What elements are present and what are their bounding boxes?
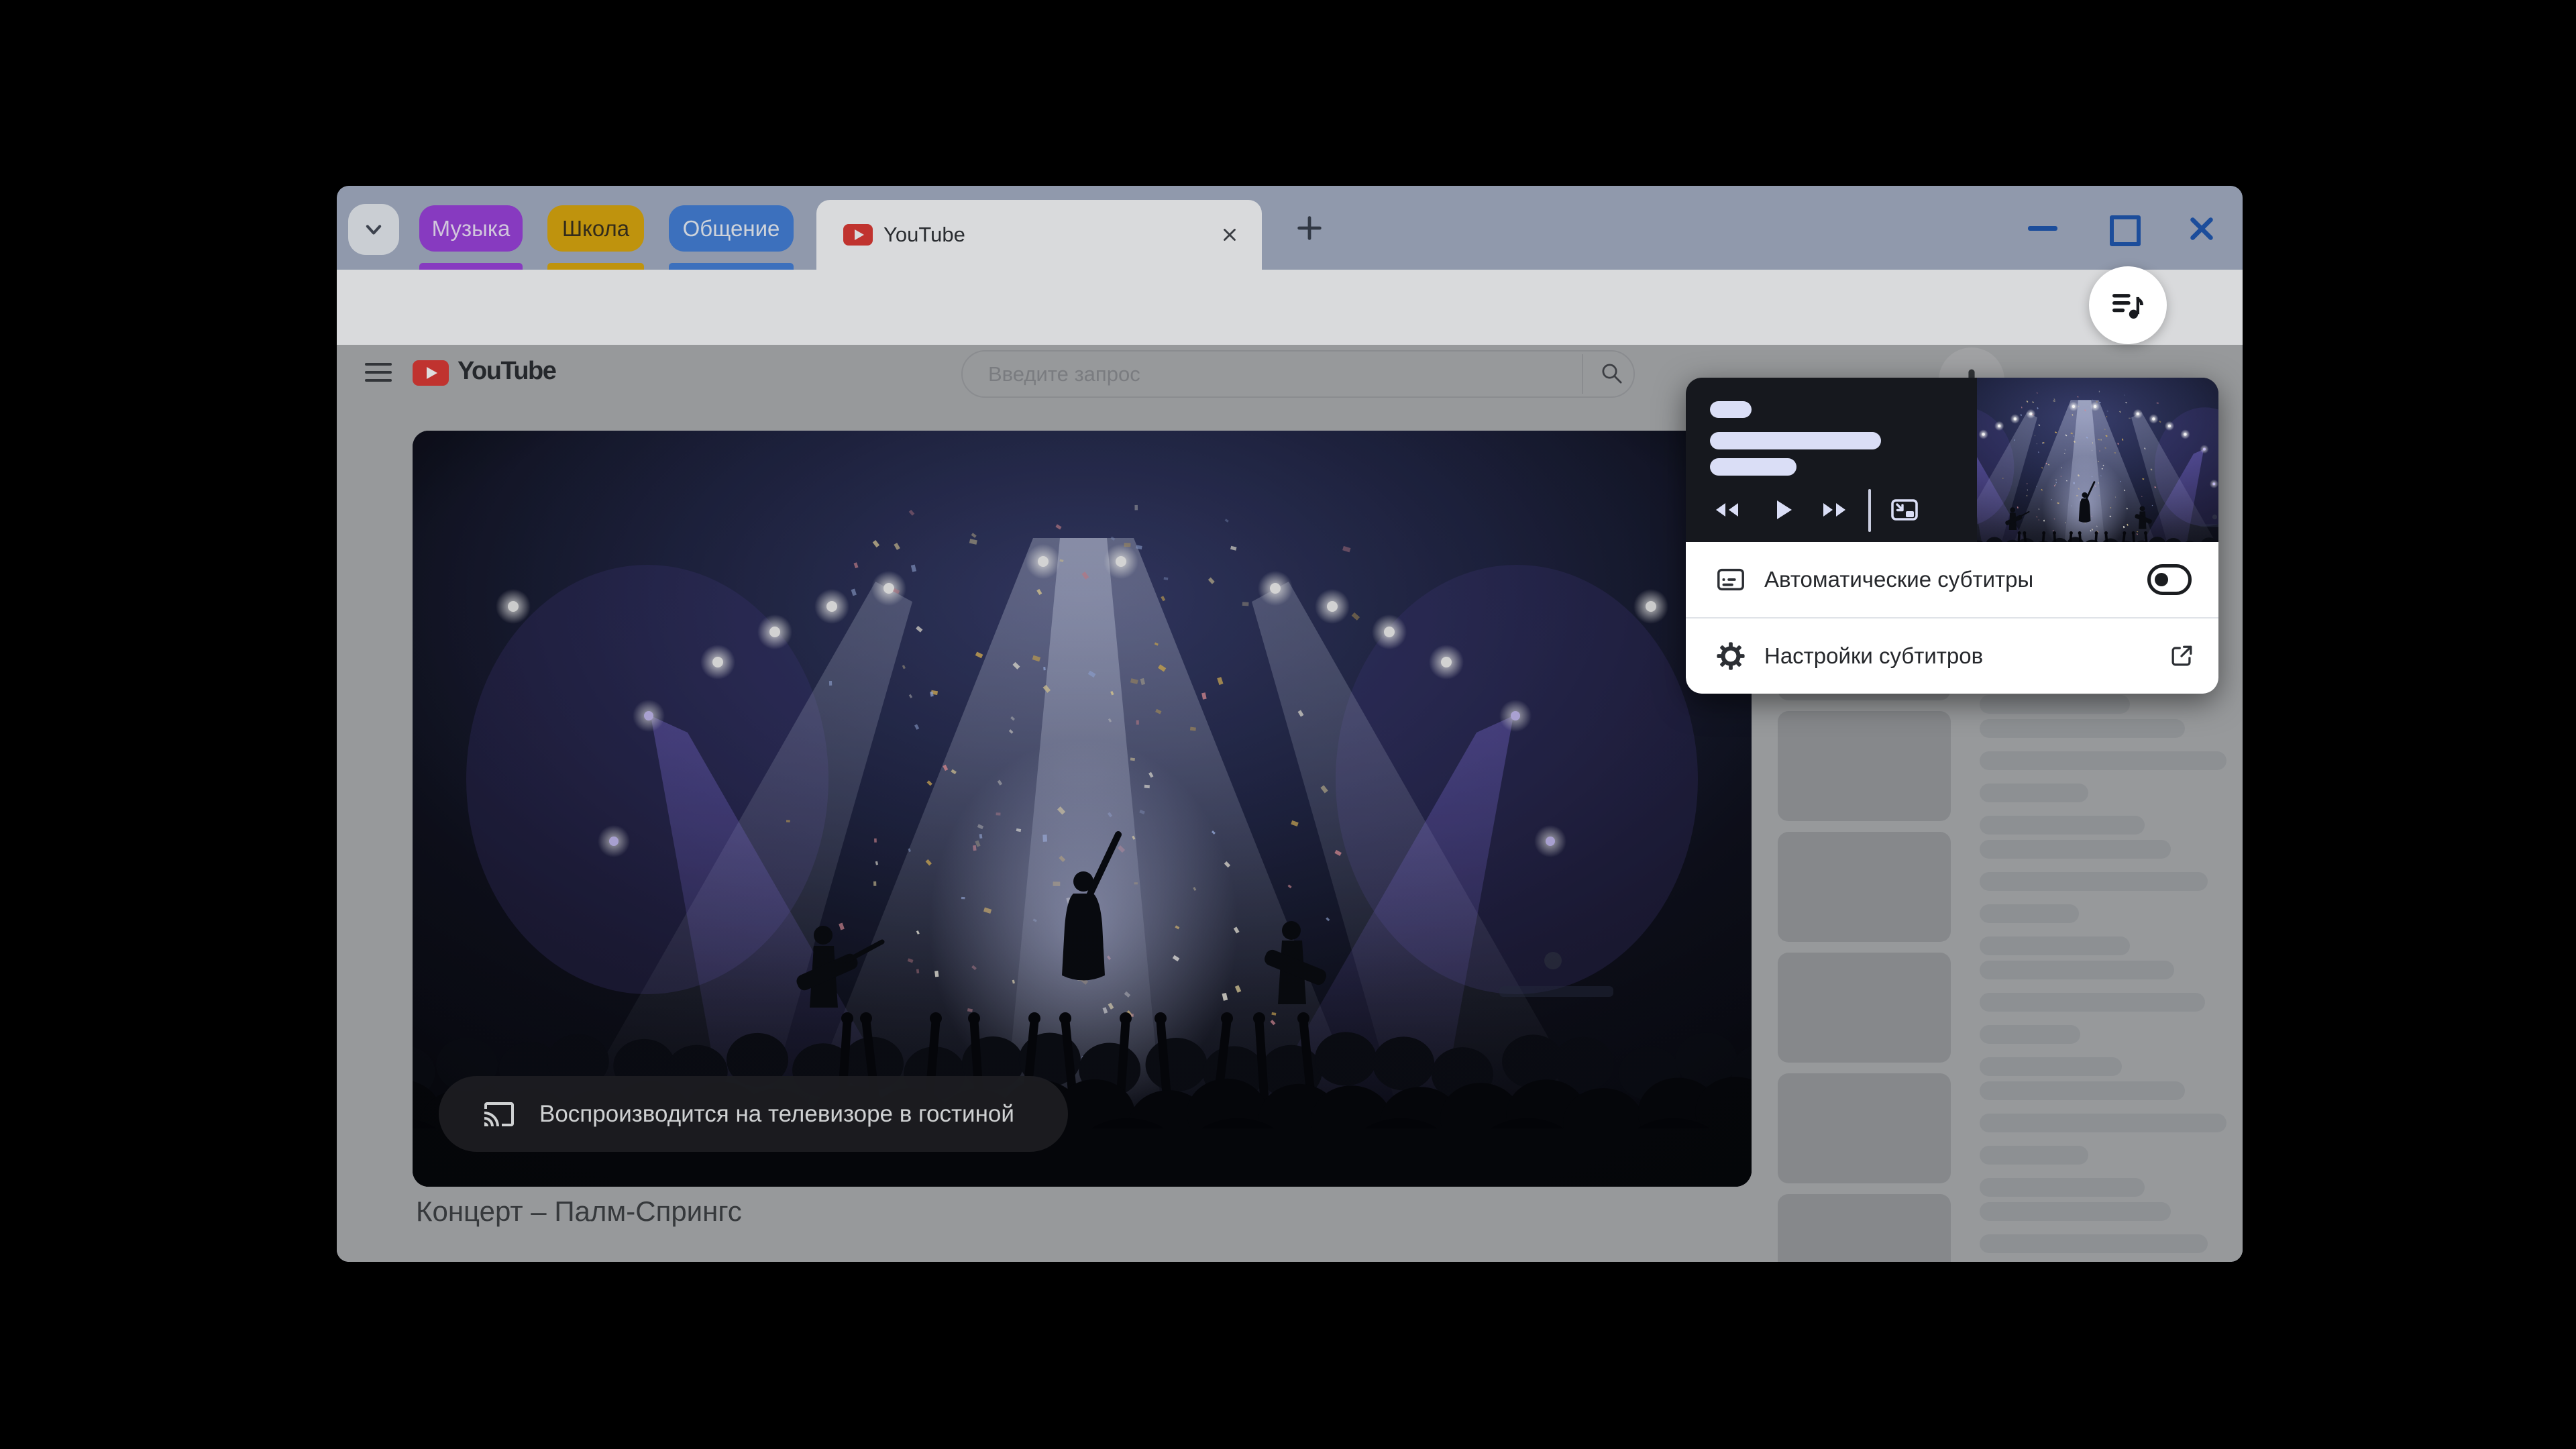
menu-item-label: Настройки субтитров [1764, 643, 2167, 669]
play-button[interactable] [1766, 494, 1799, 526]
media-thumbnail [1977, 378, 2218, 542]
media-text-placeholder [1710, 458, 1796, 476]
previous-track-button[interactable] [1711, 494, 1743, 526]
menu-item-auto-captions[interactable]: Автоматические субтитры [1686, 542, 2218, 617]
media-text-placeholder [1710, 432, 1881, 449]
toggle-knob [2155, 573, 2168, 586]
menu-item-label: Автоматические субтитры [1764, 567, 2147, 592]
external-link-icon [2167, 641, 2196, 671]
next-track-button[interactable] [1818, 494, 1850, 526]
browser-window: Музыка Школа Общение YouTube [337, 186, 2243, 1262]
controls-divider [1868, 489, 1871, 532]
media-thumbnail-image [1977, 378, 2218, 542]
gear-icon [1715, 641, 1746, 672]
picture-in-picture-button[interactable] [1888, 494, 1921, 526]
media-session-card [1686, 378, 2218, 542]
playlist-music-icon [2108, 286, 2147, 325]
captions-icon [1715, 564, 1746, 595]
window-dim-overlay [337, 186, 2243, 1262]
media-controls-toolbar-button[interactable] [2089, 266, 2167, 344]
menu-item-caption-settings[interactable]: Настройки субтитров [1686, 619, 2218, 694]
media-title-placeholder [1710, 401, 1752, 418]
media-controls-popup: Автоматические субтитры Настройки субтит… [1686, 378, 2218, 694]
auto-captions-toggle[interactable] [2147, 564, 2192, 595]
